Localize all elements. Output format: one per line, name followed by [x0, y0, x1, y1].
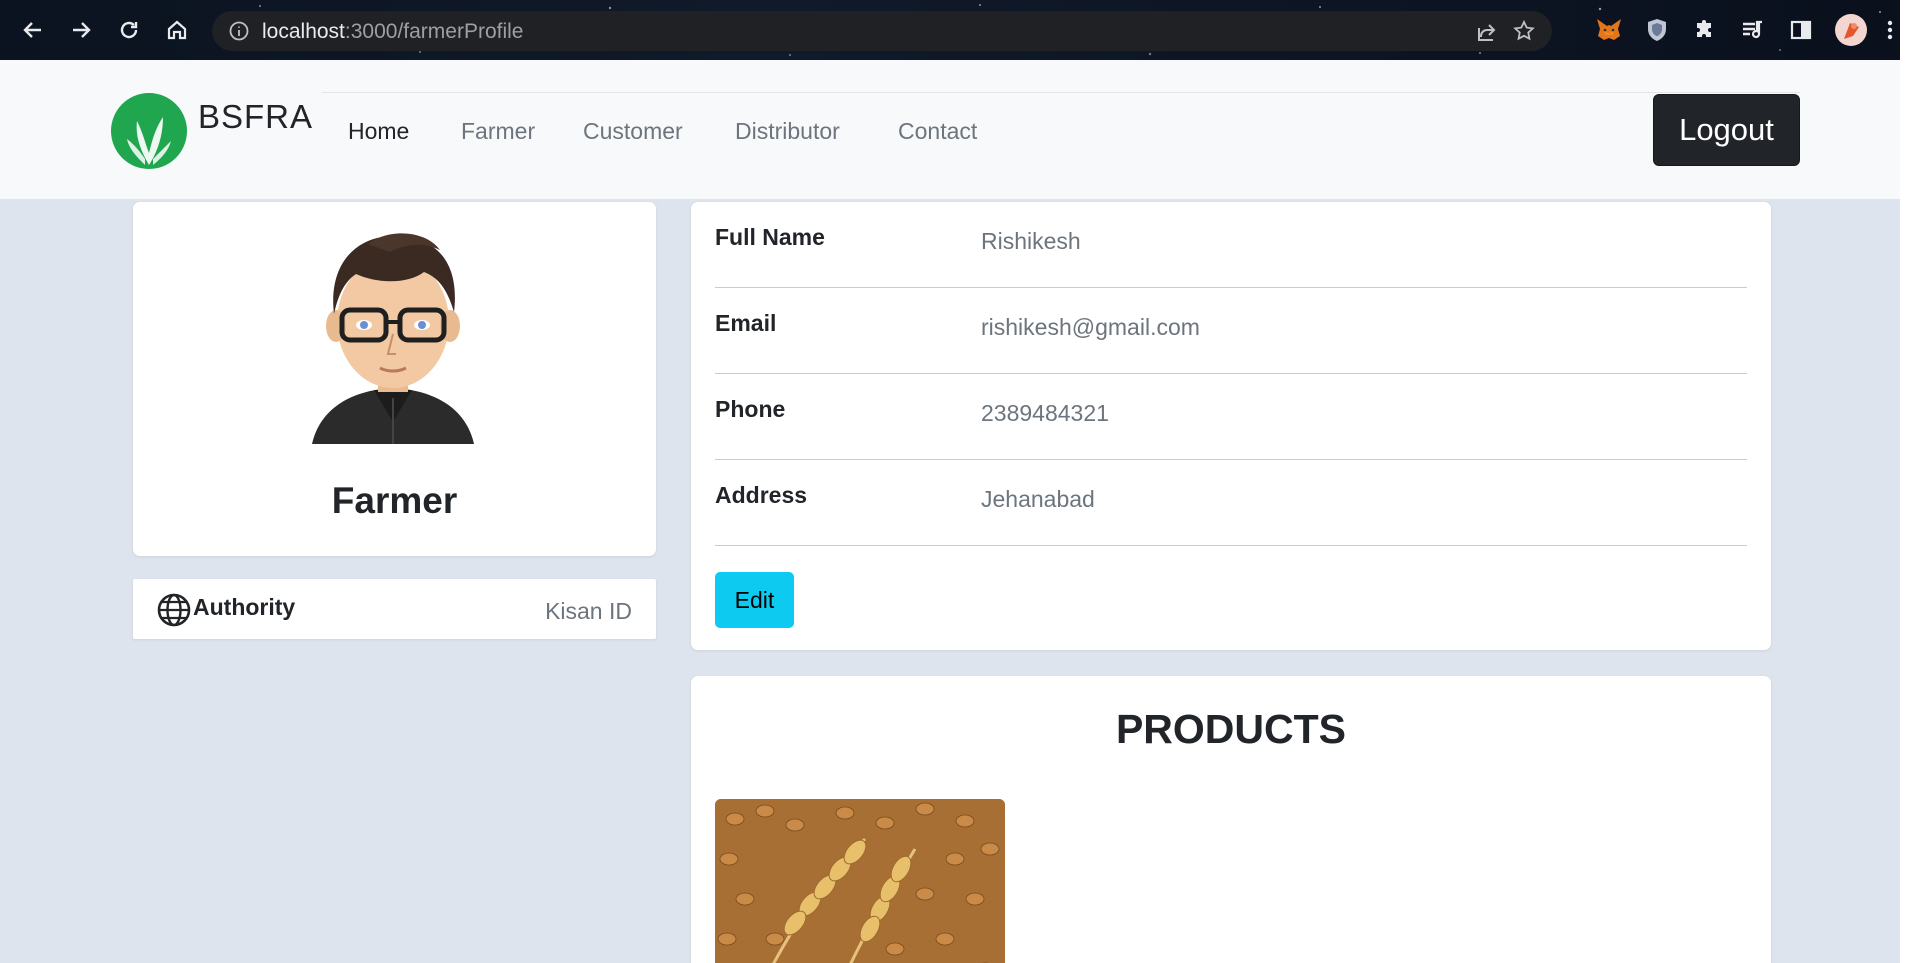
brand-logo[interactable] [111, 93, 187, 169]
share-icon[interactable] [1475, 20, 1499, 44]
forward-button[interactable] [65, 14, 97, 46]
bookmark-star-icon[interactable] [1512, 19, 1536, 43]
detail-label: Email [715, 310, 777, 336]
edit-button[interactable]: Edit [715, 572, 794, 628]
nav-link-home[interactable]: Home [348, 118, 409, 145]
kebab-menu-icon [1887, 20, 1893, 40]
detail-row-phone: Phone 2389484321 [715, 374, 1747, 460]
detail-label: Address [715, 482, 808, 508]
info-icon [229, 21, 249, 41]
shield-icon [1648, 19, 1666, 41]
side-panel-button[interactable] [1786, 15, 1816, 45]
back-button[interactable] [17, 14, 49, 46]
media-list-icon [1743, 20, 1762, 39]
detail-row-full-name: Full Name Rishikesh [715, 202, 1747, 288]
window-right-edge [1900, 0, 1908, 963]
shield-extension[interactable] [1642, 15, 1672, 45]
extensions-button[interactable] [1690, 15, 1720, 45]
address-bar[interactable]: localhost:3000/farmerProfile [212, 11, 1552, 51]
home-icon [167, 20, 187, 40]
detail-label: Phone [715, 396, 786, 422]
products-title: PRODUCTS [1115, 706, 1347, 752]
metamask-extension[interactable] [1594, 15, 1624, 45]
profile-avatar-button[interactable] [1834, 13, 1868, 47]
detail-row-address: Address Jehanabad [715, 460, 1747, 546]
reload-icon [120, 21, 138, 39]
arrow-right-icon [73, 22, 91, 38]
profile-card: Farmer [133, 202, 656, 556]
detail-label: Full Name [715, 224, 825, 250]
detail-value: Rishikesh [981, 228, 1081, 254]
profile-avatar-icon [1835, 14, 1867, 46]
reload-button[interactable] [113, 14, 145, 46]
url-path: :3000/farmerProfile [344, 20, 524, 43]
authority-label: Authority [193, 594, 296, 620]
url-host: localhost [262, 20, 345, 43]
leaf-logo-icon [127, 117, 171, 165]
brand-name[interactable]: BSFRA [198, 98, 313, 136]
detail-row-email: Email rishikesh@gmail.com [715, 288, 1747, 374]
product-image-wheat[interactable] [715, 799, 1005, 963]
fox-icon [1597, 19, 1621, 40]
profile-role-title: Farmer [331, 480, 458, 521]
wheat-image [715, 799, 1005, 963]
detail-value: rishikesh@gmail.com [981, 314, 1200, 340]
site-navbar: BSFRA Home Farmer Customer Distributor C… [0, 60, 1900, 199]
browser-toolbar: localhost:3000/farmerProfile [0, 0, 1908, 60]
detail-value: Jehanabad [981, 486, 1095, 512]
globe-icon [157, 593, 191, 627]
home-button[interactable] [161, 14, 193, 46]
farmer-avatar [312, 233, 474, 444]
reading-list-button[interactable] [1738, 15, 1768, 45]
page-content: BSFRA Home Farmer Customer Distributor C… [0, 60, 1908, 963]
browser-menu-button[interactable] [1880, 15, 1900, 45]
products-card: PRODUCTS [691, 676, 1771, 963]
nav-link-customer[interactable]: Customer [583, 118, 683, 145]
nav-link-contact[interactable]: Contact [898, 118, 977, 145]
puzzle-icon [1697, 20, 1711, 37]
nav-link-farmer[interactable]: Farmer [461, 118, 535, 145]
side-panel-icon [1790, 20, 1812, 40]
authority-card: Authority Kisan ID [133, 579, 656, 639]
logout-button[interactable]: Logout [1653, 94, 1800, 166]
arrow-left-icon [23, 22, 41, 38]
details-card: Full Name Rishikesh Email rishikesh@gmai… [691, 202, 1771, 650]
detail-value: 2389484321 [981, 400, 1109, 426]
navbar-divider [322, 92, 1800, 93]
url-text: localhost:3000/farmerProfile [262, 20, 523, 44]
authority-value: Kisan ID [545, 598, 632, 624]
nav-link-distributor[interactable]: Distributor [735, 118, 840, 145]
